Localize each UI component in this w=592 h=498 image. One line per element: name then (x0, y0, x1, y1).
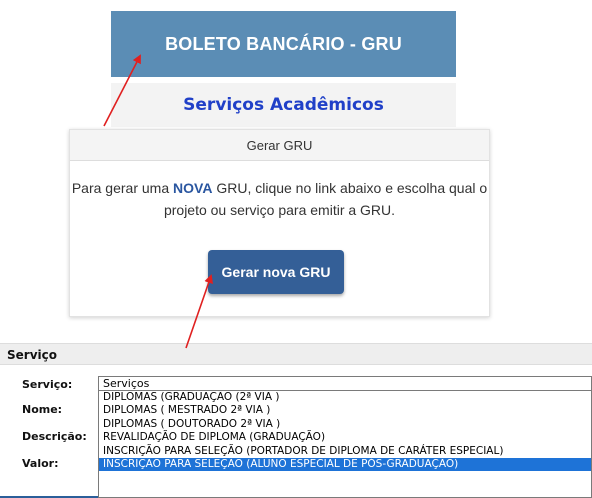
servicos-academicos-band: Serviços Acadêmicos (111, 83, 456, 127)
servico-form-section: Serviço Serviço: Nome: Descrição: Valor:… (0, 340, 592, 498)
dropdown-option-diplomas-mestrado[interactable]: DIPLOMAS ( MESTRADO 2ª VIA ) (99, 404, 591, 417)
gerar-nova-gru-button[interactable]: Gerar nova GRU (208, 250, 344, 294)
dropdown-option-revalidacao-diploma[interactable]: REVALIDAÇÃO DE DIPLOMA (GRADUAÇÃO) (99, 431, 591, 444)
servico-dropdown-list: DIPLOMAS (GRADUAÇÃO (2ª VIA ) DIPLOMAS (… (98, 391, 592, 498)
boleto-title: BOLETO BANCÁRIO - GRU (165, 33, 402, 54)
gerar-gru-instructions: Para gerar uma NOVA GRU, clique no link … (70, 177, 489, 221)
instructions-text-before: Para gerar uma (71, 180, 174, 196)
boleto-header: BOLETO BANCÁRIO - GRU (111, 11, 456, 77)
dropdown-option-inscricao-portador-diploma[interactable]: INSCRIÇÃO PARA SELEÇÃO (PORTADOR DE DIPL… (99, 445, 591, 458)
servico-section-title: Serviço (0, 343, 592, 365)
dropdown-option-diplomas-doutorado[interactable]: DIPLOMAS ( DOUTORADO 2ª VIA ) (99, 418, 591, 431)
servicos-academicos-title: Serviços Acadêmicos (183, 95, 384, 115)
valor-label: Valor: (22, 457, 59, 470)
instructions-nova-highlight: NOVA (173, 180, 213, 196)
dropdown-option-diplomas-graduacao[interactable]: DIPLOMAS (GRADUAÇÃO (2ª VIA ) (99, 391, 591, 404)
dropdown-option-inscricao-aluno-especial[interactable]: INSCRIÇÃO PARA SELEÇÃO (ALUNO ESPECIAL D… (99, 457, 591, 472)
nome-label: Nome: (22, 403, 63, 416)
gerar-gru-heading: Gerar GRU (70, 130, 489, 161)
instructions-text-after: GRU, clique no link abaixo e escolha qua… (212, 180, 488, 196)
servico-label: Serviço: (22, 378, 73, 391)
descricao-label: Descrição: (22, 430, 87, 443)
gerar-gru-panel: Gerar GRU Para gerar uma NOVA GRU, cliqu… (69, 129, 490, 317)
servico-select[interactable]: Serviços (98, 376, 592, 391)
instructions-line-2: projeto ou serviço para emitir a GRU. (163, 202, 396, 218)
instructions-line-1: Para gerar uma NOVA GRU, clique no link … (70, 177, 489, 199)
